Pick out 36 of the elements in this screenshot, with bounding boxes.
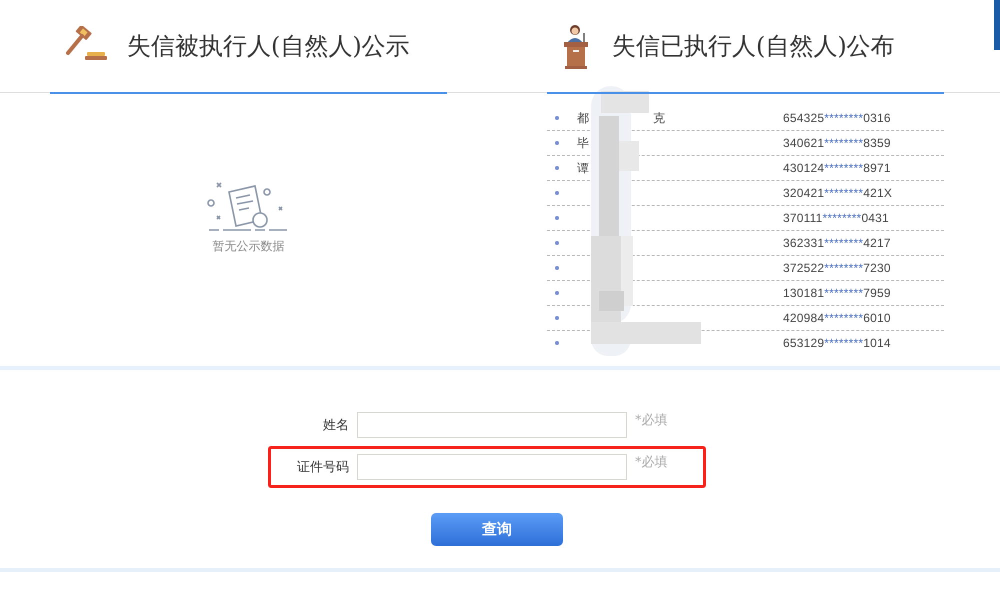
id-number: 654325********0316	[783, 111, 891, 125]
link-bullet-icon	[555, 216, 559, 220]
link-bullet-icon	[555, 316, 559, 320]
link-bullet-icon	[555, 116, 559, 120]
panel-title: 失信被执行人(自然人)公示	[127, 31, 410, 62]
id-number: 372522********7230	[783, 261, 891, 275]
id-number: 130181********7959	[783, 286, 891, 300]
empty-message: 暂无公示数据	[212, 238, 284, 255]
id-number: 653129********1014	[783, 336, 891, 350]
link-bullet-icon	[555, 191, 559, 195]
required-note: *必填	[635, 412, 668, 429]
link-bullet-icon	[555, 266, 559, 270]
id-number: 320421********421X	[783, 186, 892, 200]
link-bullet-icon	[555, 241, 559, 245]
name-cell[interactable]: 都	[577, 110, 589, 124]
edge-strip	[994, 0, 1000, 50]
panel-title: 失信已执行人(自然人)公布	[612, 31, 895, 62]
name-cell[interactable]: 谭	[577, 160, 589, 174]
id-number: 340621********8359	[783, 136, 891, 150]
link-bullet-icon	[555, 166, 559, 170]
panel-tab[interactable]: 失信被执行人(自然人)公示	[50, 0, 447, 94]
input-field[interactable]	[357, 412, 627, 438]
link-bullet-icon	[555, 141, 559, 145]
search-button[interactable]: 查询	[431, 513, 563, 546]
name-cell[interactable]: 毕	[577, 136, 589, 150]
field-label: 证件号码	[296, 459, 349, 476]
input-field[interactable]	[357, 454, 627, 480]
id-number: 430124********8971	[783, 161, 891, 175]
link-bullet-icon	[555, 341, 559, 345]
field-label: 姓名	[322, 417, 349, 434]
required-note: *必填	[635, 454, 668, 471]
id-number: 370111********0431	[783, 211, 889, 225]
link-bullet-icon	[555, 291, 559, 295]
name-cell[interactable]: 克	[653, 110, 665, 126]
id-number: 362331********4217	[783, 236, 891, 250]
id-number: 420984********6010	[783, 311, 891, 325]
